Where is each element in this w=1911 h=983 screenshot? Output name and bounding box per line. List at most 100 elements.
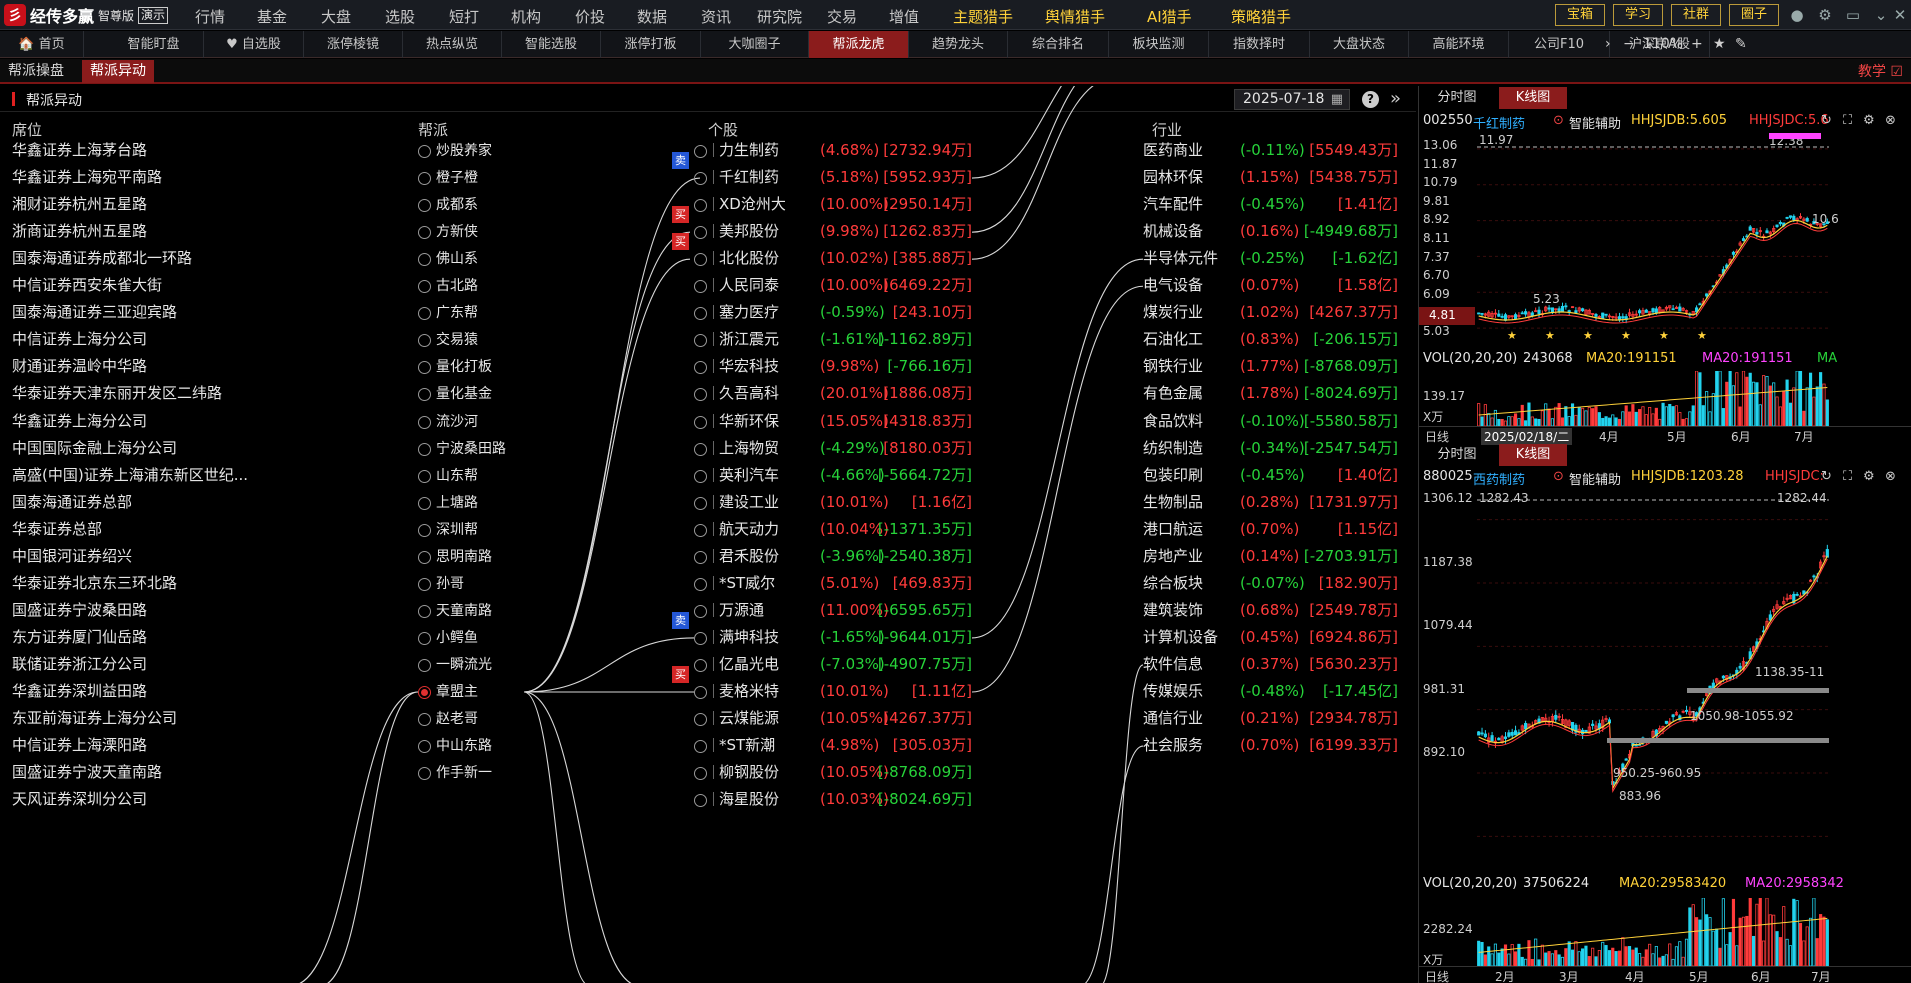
chart2-name[interactable]: 西药制药	[1473, 469, 1525, 488]
stock-name[interactable]: 力生制药	[719, 140, 779, 160]
learn-button[interactable]: 学习	[1613, 4, 1663, 26]
industry-name[interactable]: 机械设备	[1143, 221, 1203, 241]
industry-name[interactable]: 计算机设备	[1143, 627, 1218, 647]
tab-4[interactable]: 热点纵览	[403, 31, 502, 58]
menu-item-1[interactable]: 基金	[257, 6, 287, 27]
stock-name[interactable]: 北化股份	[719, 248, 779, 268]
industry-name[interactable]: 钢铁行业	[1143, 356, 1203, 376]
gear-icon[interactable]: ⚙	[1815, 5, 1835, 25]
stock-radio[interactable]	[694, 713, 707, 727]
chart2-assist[interactable]: 智能辅助	[1569, 469, 1621, 488]
gang-radio[interactable]	[418, 334, 431, 348]
demo-badge[interactable]: 演示	[138, 6, 169, 24]
seat-item[interactable]: 国泰海通证券成都北一环路	[12, 248, 192, 268]
stock-name[interactable]: 美邦股份	[719, 221, 779, 241]
gang-item[interactable]: 成都系	[436, 195, 478, 215]
stock-radio[interactable]	[694, 280, 707, 294]
chart1-tab-intraday[interactable]: 分时图	[1423, 87, 1491, 109]
gang-item[interactable]: 上塘路	[436, 493, 478, 513]
chart1-name[interactable]: 千红制药	[1473, 113, 1525, 132]
industry-name[interactable]: 建筑装饰	[1143, 600, 1203, 620]
chart1-refresh-icon[interactable]: ↻	[1821, 113, 1832, 128]
chart1-assist[interactable]: 智能辅助	[1569, 113, 1621, 132]
stock-name[interactable]: 华宏科技	[719, 356, 779, 376]
tab-7[interactable]: 大咖圈子	[701, 31, 809, 58]
gang-radio[interactable]	[418, 145, 431, 158]
stock-name[interactable]: 人民同泰	[719, 275, 779, 295]
seat-item[interactable]: 中国国际金融上海分公司	[12, 438, 177, 458]
gang-radio[interactable]	[418, 767, 431, 781]
gang-item[interactable]: 佛山系	[436, 249, 478, 269]
menu-item-3[interactable]: 选股	[385, 6, 415, 27]
gang-radio[interactable]	[418, 172, 431, 186]
stock-name[interactable]: 建设工业	[719, 492, 779, 512]
treasure-box-button[interactable]: 宝箱	[1555, 4, 1605, 26]
tab-11[interactable]: 板块监测	[1109, 31, 1209, 58]
close-icon[interactable]: ✕	[1891, 5, 1909, 25]
seat-item[interactable]: 中国银河证券绍兴	[12, 546, 132, 566]
gang-radio[interactable]	[418, 307, 431, 321]
menu-item-9[interactable]: 研究院	[757, 6, 802, 27]
chart2-refresh-icon[interactable]: ↻	[1821, 469, 1832, 484]
gang-radio[interactable]	[418, 631, 431, 645]
seat-item[interactable]: 浙商证券杭州五星路	[12, 221, 147, 241]
seat-item[interactable]: 国泰海通证券总部	[12, 492, 132, 512]
chart2-expand-icon[interactable]: ⛶	[1843, 469, 1852, 484]
industry-name[interactable]: 有色金属	[1143, 383, 1203, 403]
stock-radio[interactable]	[694, 361, 707, 375]
stock-radio[interactable]	[694, 388, 707, 402]
tab-12[interactable]: 指数择时	[1209, 31, 1310, 58]
gang-radio[interactable]	[418, 523, 431, 537]
stock-radio[interactable]	[694, 740, 707, 754]
industry-name[interactable]: 房地产业	[1143, 546, 1203, 566]
stock-name[interactable]: 英利汽车	[719, 465, 779, 485]
seat-item[interactable]: 国盛证券宁波桑田路	[12, 600, 147, 620]
tab-8[interactable]: 帮派龙虎	[809, 31, 909, 58]
gang-radio[interactable]	[418, 740, 431, 754]
gang-item[interactable]: 量化基金	[436, 384, 492, 404]
gang-radio[interactable]	[418, 442, 431, 456]
stock-name[interactable]: 柳钢股份	[719, 762, 779, 782]
menu-item-6[interactable]: 价投	[575, 6, 605, 27]
stock-name[interactable]: 麦格米特	[719, 681, 779, 701]
menu-item-10[interactable]: 交易	[827, 6, 857, 27]
gang-radio[interactable]	[418, 658, 431, 672]
stock-radio[interactable]	[694, 794, 707, 808]
chart2-close-icon[interactable]: ⊗	[1885, 469, 1896, 484]
industry-name[interactable]: 半导体元件	[1143, 248, 1218, 268]
industry-name[interactable]: 通信行业	[1143, 708, 1203, 728]
menu-item-11[interactable]: 增值	[889, 6, 919, 27]
gang-item[interactable]: 广东帮	[436, 303, 478, 323]
seat-item[interactable]: 华鑫证券上海分公司	[12, 411, 147, 431]
gang-radio[interactable]	[418, 253, 431, 267]
gang-item[interactable]: 古北路	[436, 276, 478, 296]
seat-item[interactable]: 国泰海通证券三亚迎宾路	[12, 302, 177, 322]
seat-item[interactable]: 高盛(中国)证券上海浦东新区世纪...	[12, 465, 248, 485]
stock-radio[interactable]	[694, 469, 707, 483]
tab-14[interactable]: 高能环境	[1409, 31, 1509, 58]
window-mode-icon[interactable]: ▭	[1843, 5, 1863, 25]
gang-item[interactable]: 深圳帮	[436, 520, 478, 540]
gang-radio[interactable]	[418, 226, 431, 240]
stock-name[interactable]: XD沧州大	[719, 194, 786, 214]
stock-radio[interactable]	[694, 307, 707, 321]
tab-13[interactable]: 大盘状态	[1310, 31, 1409, 58]
community-button[interactable]: 社群	[1671, 4, 1721, 26]
seat-item[interactable]: 华鑫证券深圳益田路	[12, 681, 147, 701]
menu-item-8[interactable]: 资讯	[701, 6, 731, 27]
gang-item[interactable]: 孙哥	[436, 574, 464, 594]
stock-radio[interactable]	[694, 658, 707, 672]
seat-item[interactable]: 中信证券西安朱雀大街	[12, 275, 162, 295]
menu-item-4[interactable]: 短打	[449, 6, 479, 27]
stock-name[interactable]: *ST新潮	[719, 735, 775, 755]
tab-1[interactable]: 智能盯盘	[104, 31, 204, 58]
industry-name[interactable]: 包装印刷	[1143, 465, 1203, 485]
gang-radio[interactable]	[418, 577, 431, 591]
seat-item[interactable]: 华鑫证券上海宛平南路	[12, 167, 162, 187]
stock-radio[interactable]	[694, 550, 707, 564]
gang-item[interactable]: 量化打板	[436, 357, 492, 377]
chart2-assist-toggle-icon[interactable]: ⊙	[1553, 469, 1564, 484]
tab-9[interactable]: 趋势龙头	[909, 31, 1008, 58]
stock-name[interactable]: 浙江震元	[719, 329, 779, 349]
gang-radio[interactable]	[418, 550, 431, 564]
